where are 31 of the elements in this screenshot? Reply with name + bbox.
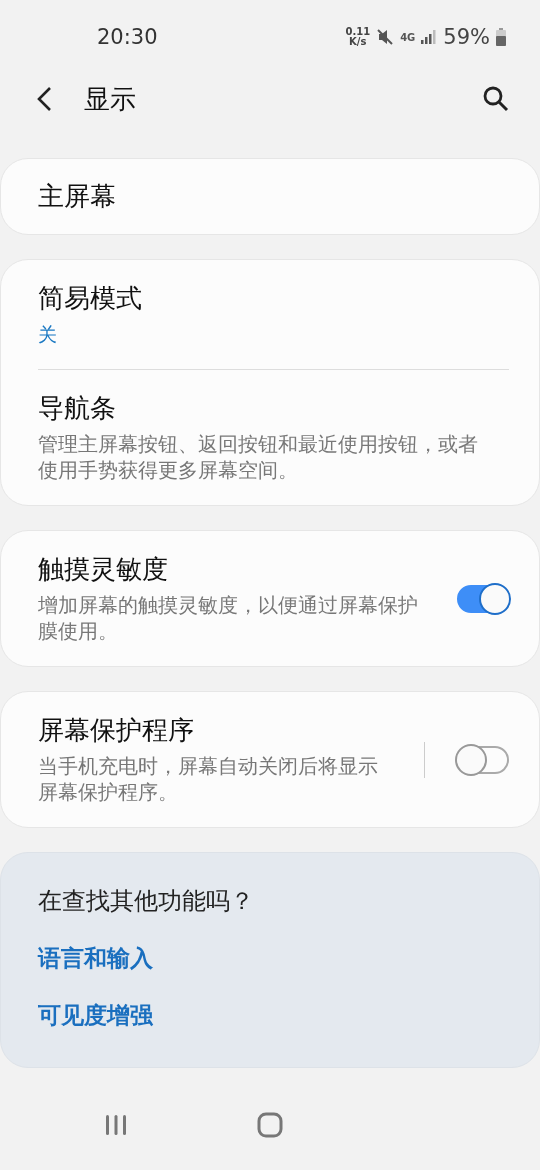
search-button[interactable] [482,85,510,113]
mute-icon [376,28,395,46]
settings-item[interactable]: 简易模式 关 [38,260,509,369]
back-button[interactable] [36,86,54,112]
item-description: 管理主屏幕按钮、返回按钮和最近使用按钮，或者使用手势获得更多屏幕空间。 [38,432,479,484]
settings-item[interactable]: 屏幕保护程序 当手机充电时，屏幕自动关闭后将显示屏幕保护程序。 [38,692,509,827]
item-value: 关 [38,322,58,347]
page-title: 显示 [84,82,137,116]
status-time: 20:30 [97,25,158,49]
item-description: 当手机充电时，屏幕自动关闭后将显示屏幕保护程序。 [38,754,379,806]
settings-item[interactable]: 触摸灵敏度 增加屏幕的触摸灵敏度，以便通过屏幕保护膜使用。 [38,531,509,666]
item-description: 增加屏幕的触摸灵敏度，以便通过屏幕保护膜使用。 [38,593,419,645]
signal-icon [421,30,438,44]
settings-item[interactable]: 导航条 管理主屏幕按钮、返回按钮和最近使用按钮，或者使用手势获得更多屏幕空间。 [38,370,509,505]
item-title: 触摸灵敏度 [38,553,169,586]
toggle-switch[interactable] [457,584,509,613]
item-title: 简易模式 [38,282,143,315]
item-title: 导航条 [38,392,117,425]
suggestion-link[interactable]: 可见度增强 [38,1000,502,1031]
home-icon[interactable] [257,1112,283,1138]
suggestion-title: 在查找其他功能吗？ [38,886,255,917]
item-title: 屏幕保护程序 [38,714,195,747]
recent-apps-icon[interactable] [104,1113,129,1137]
network-type: 4G [400,31,416,43]
suggestion-link[interactable]: 语言和输入 [38,943,502,974]
net-speed: 0.11 K/s [345,27,371,47]
item-title: 主屏幕 [38,180,117,213]
battery-icon [496,28,506,46]
settings-item[interactable]: 主屏幕 [38,159,509,234]
battery-percent: 59% [443,25,490,49]
toggle-switch[interactable] [457,745,509,774]
